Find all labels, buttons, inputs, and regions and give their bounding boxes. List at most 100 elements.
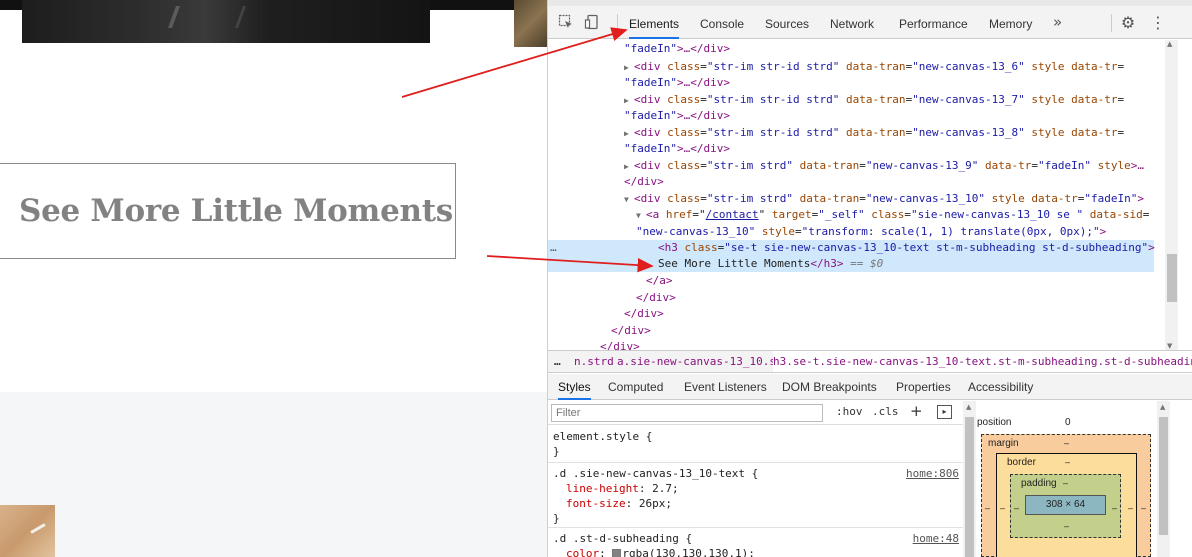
margin-left-value[interactable]: – <box>985 503 990 513</box>
dom-node-line[interactable]: ▶ <div class="str-im str-id strd" data-tr… <box>624 92 1192 108</box>
rule-source-link[interactable]: home:806 <box>906 466 959 481</box>
hover-state-button[interactable]: :hov <box>836 405 863 418</box>
css-declaration[interactable]: line-height: 2.7; <box>566 481 679 496</box>
photo-thumbnail <box>514 0 547 47</box>
rule-selector[interactable]: .d .sie-new-canvas-13_10-text { <box>553 466 758 481</box>
see-more-heading: See More Little Moments <box>19 193 453 229</box>
box-content-size[interactable]: 308 × 64 <box>1025 495 1106 515</box>
style-rule-element: element.style { } <box>548 426 963 463</box>
rule-selector[interactable]: .d .st-d-subheading { <box>553 531 692 546</box>
breadcrumb-item[interactable]: n.strd <box>574 351 614 372</box>
gray-section <box>0 392 547 557</box>
elements-dom-tree[interactable]: "fadeIn">…</div> ▶ <div class="str-im str… <box>548 40 1192 350</box>
tab-sources[interactable]: Sources <box>765 6 809 39</box>
dom-node-line[interactable]: ▼ <a href="/contact" target="_self" class… <box>636 207 1192 223</box>
more-tabs-icon[interactable]: » <box>1053 13 1062 31</box>
dom-node-line[interactable]: ▶ <div class="str-im str-id strd" data-tr… <box>624 59 1192 75</box>
box-border: border – – – padding – – – 308 × 64 – <box>996 453 1137 557</box>
web-page: See More Little Moments <box>0 0 547 557</box>
padding-left-value[interactable]: – <box>1014 503 1019 513</box>
dom-node-line[interactable]: ▼ <div class="str-im strd" data-tran="new… <box>624 191 1192 207</box>
dom-node-line[interactable]: "fadeIn">…</div> <box>624 41 1192 57</box>
border-right-value[interactable]: – <box>1128 503 1133 513</box>
scrollbar-thumb[interactable] <box>1167 254 1177 302</box>
dom-node-line[interactable]: ▶ <div class="str-im strd" data-tran="new… <box>624 158 1192 174</box>
border-top-value[interactable]: – <box>1065 457 1070 467</box>
styles-scrollbar[interactable]: ▲ <box>963 401 976 557</box>
gear-icon[interactable]: ⚙ <box>1119 14 1137 32</box>
collapse-triangle-icon[interactable]: ▼ <box>624 192 634 208</box>
dom-node-line[interactable]: "new-canvas-13_10" style="transform: sca… <box>636 224 1192 240</box>
toggle-sidebar-icon[interactable]: ▸ <box>937 405 952 419</box>
border-left-value[interactable]: – <box>1000 503 1005 513</box>
collapse-triangle-icon[interactable]: ▼ <box>636 208 646 224</box>
css-declaration[interactable]: font-size: 26px; <box>566 496 672 511</box>
dom-node-line[interactable]: </div> <box>600 339 1192 350</box>
dom-node-line[interactable]: </div> <box>611 323 1192 339</box>
tab-network[interactable]: Network <box>830 6 874 39</box>
scrollbar-thumb[interactable] <box>1159 417 1168 535</box>
tab-properties[interactable]: Properties <box>896 374 951 400</box>
expand-triangle-icon[interactable]: ▶ <box>624 60 634 76</box>
expand-triangle-icon[interactable]: ▶ <box>624 93 634 109</box>
breadcrumb-item[interactable]: a.sie-new-canvas-13_10.se. <box>617 351 789 372</box>
scroll-down-icon[interactable]: ▼ <box>1167 342 1172 350</box>
tab-computed[interactable]: Computed <box>608 374 663 400</box>
computed-scrollbar[interactable]: ▲ <box>1157 401 1170 557</box>
css-declaration[interactable]: color: rgba(130,130,130,1); <box>566 546 755 557</box>
photo-detail <box>167 6 247 28</box>
color-swatch[interactable] <box>612 549 622 557</box>
toolbar-separator <box>617 14 618 32</box>
class-toggle-button[interactable]: .cls <box>872 405 899 418</box>
dom-node-line[interactable]: </div> <box>624 174 1192 190</box>
devtools-panel: Elements Console Sources Network Perform… <box>547 0 1192 557</box>
padding-top-value[interactable]: – <box>1063 478 1068 488</box>
margin-top-value[interactable]: – <box>1064 438 1069 448</box>
dom-node-line[interactable]: "fadeIn">…</div> <box>624 141 1192 157</box>
tab-styles[interactable]: Styles <box>558 374 591 400</box>
scroll-up-icon[interactable]: ▲ <box>1160 403 1165 411</box>
dom-node-selected[interactable]: See More Little Moments</h3> == $0 <box>548 256 1154 272</box>
devtools-toolbar: Elements Console Sources Network Perform… <box>548 6 1192 39</box>
scrollbar-thumb[interactable] <box>965 417 974 557</box>
tab-performance[interactable]: Performance <box>899 6 968 39</box>
tab-event-listeners[interactable]: Event Listeners <box>684 374 767 400</box>
dom-node-line[interactable]: </a> <box>646 273 1192 289</box>
hero-photo <box>22 0 430 43</box>
kebab-menu-icon[interactable]: ⋮ <box>1150 14 1166 32</box>
see-more-button[interactable]: See More Little Moments <box>0 163 456 259</box>
wood-photo-thumbnail <box>0 505 55 557</box>
tab-memory[interactable]: Memory <box>989 6 1032 39</box>
tab-dom-breakpoints[interactable]: DOM Breakpoints <box>782 374 877 400</box>
rule-selector[interactable]: element.style { <box>553 429 652 444</box>
dom-node-line[interactable]: </div> <box>636 290 1192 306</box>
rule-source-link[interactable]: home:48 <box>913 531 959 546</box>
dom-node-line[interactable]: </div> <box>624 306 1192 322</box>
scroll-up-icon[interactable]: ▲ <box>966 403 971 411</box>
tab-elements[interactable]: Elements <box>629 6 680 39</box>
padding-right-value[interactable]: – <box>1112 503 1117 513</box>
breadcrumb-item-selected[interactable]: h3.se-t.sie-new-canvas-13_10-text.st-m-s… <box>773 351 1192 372</box>
rule-close: } <box>553 512 560 525</box>
expand-triangle-icon[interactable]: ▶ <box>624 159 634 175</box>
margin-right-value[interactable]: – <box>1141 503 1146 513</box>
new-rule-icon[interactable]: + <box>910 402 923 420</box>
device-toolbar-icon[interactable] <box>584 14 600 30</box>
expand-triangle-icon[interactable]: ▶ <box>624 126 634 142</box>
inspect-icon[interactable] <box>558 14 574 30</box>
dom-node-line[interactable]: "fadeIn">…</div> <box>624 108 1192 124</box>
style-rules-list: element.style { } .d .sie-new-canvas-13_… <box>548 426 963 557</box>
breadcrumb-overflow[interactable]: … <box>554 351 561 372</box>
box-position-value[interactable]: 0 <box>1065 417 1071 428</box>
node-options-icon[interactable]: … <box>550 241 557 254</box>
tab-accessibility[interactable]: Accessibility <box>968 374 1033 400</box>
dom-node-line[interactable]: "fadeIn">…</div> <box>624 75 1192 91</box>
styles-filter-input[interactable]: Filter <box>551 404 823 422</box>
dom-tree-scrollbar[interactable]: ▲ ▼ <box>1165 40 1178 350</box>
scroll-up-icon[interactable]: ▲ <box>1167 40 1172 48</box>
padding-bottom-value[interactable]: – <box>1064 521 1069 531</box>
dom-node-selected[interactable]: <h3 class="se-t sie-new-canvas-13_10-tex… <box>548 240 1155 256</box>
tab-console[interactable]: Console <box>700 6 744 39</box>
dom-node-line[interactable]: ▶ <div class="str-im str-id strd" data-tr… <box>624 125 1192 141</box>
breadcrumb: … n.strd a.sie-new-canvas-13_10.se. h3.s… <box>548 350 1192 373</box>
